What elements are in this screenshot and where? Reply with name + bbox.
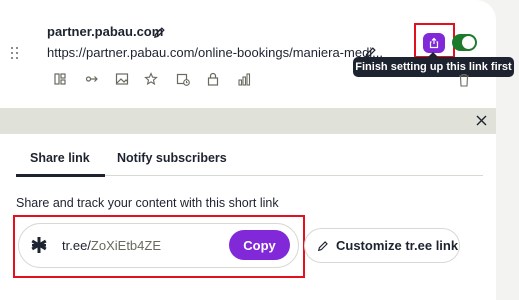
tab-notify-subscribers[interactable]: Notify subscribers (117, 151, 227, 165)
tooltip: Finish setting up this link first (353, 52, 514, 77)
analytics-icon[interactable] (237, 72, 251, 86)
pencil-icon (317, 240, 328, 251)
customize-link-label: Customize tr.ee link (336, 238, 459, 253)
edit-title-pencil-icon[interactable] (153, 26, 166, 39)
toggle-knob (462, 36, 475, 49)
short-link-highlight (13, 215, 305, 278)
customize-link-button[interactable]: Customize tr.ee link (304, 228, 460, 263)
lock-icon[interactable] (206, 72, 220, 86)
link-url[interactable]: https://partner.pabau.com/online-booking… (47, 45, 383, 60)
share-tabs: Share link Notify subscribers (16, 134, 483, 177)
schedule-icon[interactable] (176, 72, 190, 86)
close-icon[interactable] (475, 114, 488, 127)
star-icon[interactable] (144, 72, 158, 86)
share-panel-header (0, 108, 496, 134)
share-panel: Share link Notify subscribers Share and … (0, 134, 496, 300)
drag-handle-icon[interactable] (10, 47, 20, 61)
delete-icon[interactable] (458, 73, 470, 87)
share-heading: Share and track your content with this s… (16, 196, 279, 210)
link-visibility-toggle[interactable] (452, 34, 477, 51)
redirect-icon[interactable] (85, 72, 99, 86)
active-tab-indicator (16, 174, 105, 177)
tab-share-link[interactable]: Share link (30, 151, 90, 165)
link-title[interactable]: partner.pabau.com (47, 24, 163, 39)
layout-icon[interactable] (53, 72, 67, 86)
image-icon[interactable] (115, 72, 129, 86)
